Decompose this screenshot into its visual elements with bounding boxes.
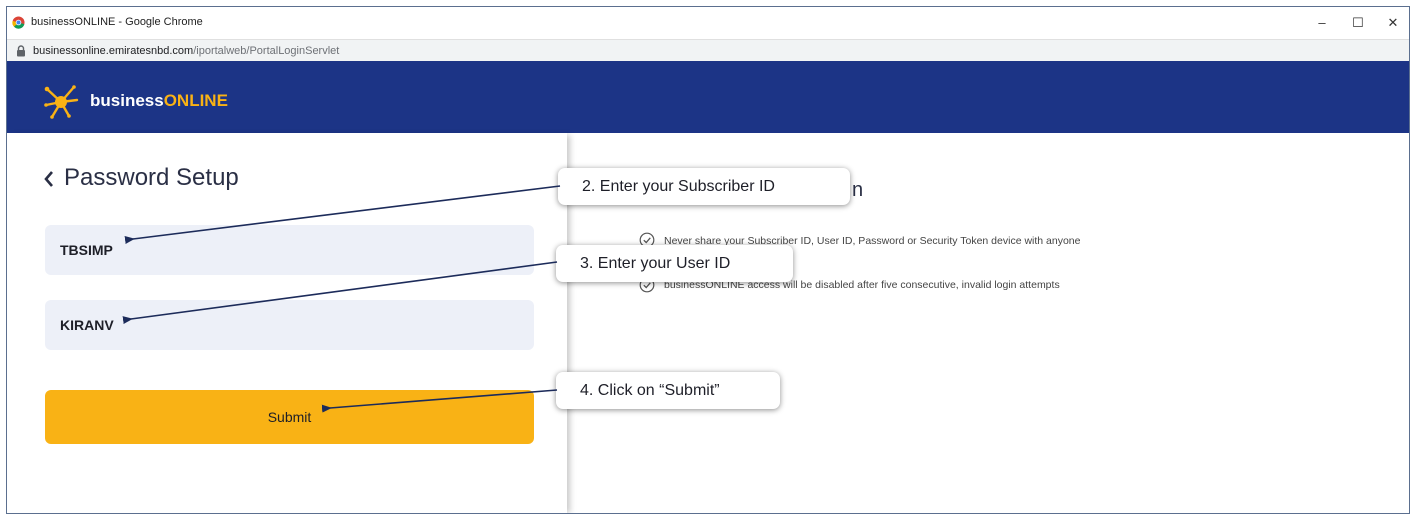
maximize-button[interactable]: ☐	[1340, 11, 1376, 35]
page-title: Password Setup	[64, 164, 239, 191]
chrome-icon	[12, 16, 25, 29]
callout-step-3: 3. Enter your User ID	[556, 245, 793, 282]
chevron-left-icon[interactable]	[43, 170, 55, 188]
address-bar[interactable]: businessonline.emiratesnbd.com/iportalwe…	[7, 39, 1409, 62]
site-header: businessONLINE	[7, 61, 1409, 133]
user-id-input[interactable]: KIRANV	[45, 300, 534, 350]
password-setup-panel: Password Setup TBSIMP KIRANV Submit	[7, 133, 567, 513]
url-text[interactable]: businessonline.emiratesnbd.com/iportalwe…	[33, 45, 339, 57]
minimize-button[interactable]: –	[1304, 11, 1340, 35]
submit-button[interactable]: Submit	[45, 390, 534, 444]
logo-text-prefix: business	[90, 91, 164, 110]
logo-text[interactable]: businessONLINE	[90, 91, 228, 111]
url-path: /iportalweb/PortalLoginServlet	[193, 45, 340, 57]
lock-icon	[17, 45, 25, 57]
callout-step-2: 2. Enter your Subscriber ID	[558, 168, 850, 205]
close-button[interactable]: ✕	[1375, 11, 1409, 35]
info-heading: n	[852, 179, 864, 201]
logo-text-accent: ONLINE	[163, 91, 228, 110]
business-online-logo-icon	[44, 85, 79, 119]
window-title: businessONLINE - Google Chrome	[31, 16, 203, 28]
callout-step-4: 4. Click on “Submit”	[556, 372, 780, 409]
title-bar: businessONLINE - Google Chrome – ☐ ✕	[7, 7, 1409, 39]
url-host: businessonline.emiratesnbd.com	[33, 45, 194, 57]
subscriber-id-input[interactable]: TBSIMP	[45, 225, 534, 275]
